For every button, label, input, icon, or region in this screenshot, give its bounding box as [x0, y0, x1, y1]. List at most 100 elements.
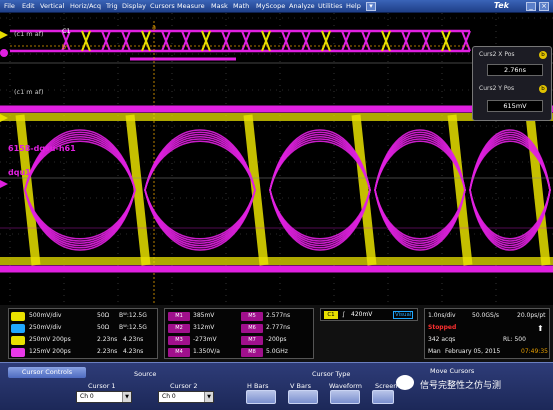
- channel-bandwidth: Bᵂ:12.5G: [119, 312, 147, 319]
- zoom-1-swatch: [11, 336, 25, 345]
- readout-panel: 500mV/div 50Ω Bᵂ:12.5G 250mV/div 50Ω Bᵂ:…: [0, 305, 553, 362]
- menu-myscope[interactable]: MyScope: [256, 2, 285, 10]
- menu-vertical[interactable]: Vertical: [40, 2, 64, 10]
- cursor-a-marker[interactable]: a: [152, 23, 156, 31]
- channel-readouts[interactable]: 500mV/div 50Ω Bᵂ:12.5G 250mV/div 50Ω Bᵂ:…: [8, 308, 158, 359]
- menu-display[interactable]: Display: [122, 2, 146, 10]
- tek-logo: Tek: [493, 1, 509, 10]
- acquisition-count: 342 acqs: [428, 336, 456, 343]
- vbars-label: V Bars: [290, 382, 312, 390]
- menu-help[interactable]: Help: [346, 2, 361, 10]
- trigger-mode[interactable]: Visual: [393, 311, 414, 319]
- channel-scale: 250mV/div: [29, 324, 62, 331]
- menu-utilities[interactable]: Utilities: [318, 2, 342, 10]
- measurement-row[interactable]: M6 2.777ns: [241, 323, 313, 334]
- cursor1-source-select[interactable]: Ch 0 ▼: [76, 391, 132, 403]
- close-icon[interactable]: ×: [539, 2, 549, 11]
- hbars-label: H Bars: [247, 382, 269, 390]
- overview-transition: [201, 30, 211, 52]
- zoom-position: 2.23ns: [97, 348, 118, 355]
- menu-math[interactable]: Math: [233, 2, 249, 10]
- measurement-row[interactable]: M3 -273mV: [168, 335, 240, 346]
- measurement-readouts[interactable]: M1 385mV M2 312mV M3 -273mV M4 1.350V/a M5 2.…: [164, 308, 314, 359]
- overview-transition: [461, 30, 471, 52]
- c1-label: C1: [62, 27, 71, 35]
- menu-measure[interactable]: Measure: [177, 2, 205, 10]
- horizontal-scale: 1.0ns/div: [428, 312, 456, 319]
- chevron-down-icon[interactable]: ▼: [204, 392, 213, 402]
- cursor-type-label: Cursor Type: [312, 370, 351, 378]
- dqs-transition: [15, 114, 41, 266]
- channel-row[interactable]: 125mV 200ps 2.23ns 4.23ns: [11, 347, 157, 358]
- curs2-x-value[interactable]: 2.76ns: [487, 64, 543, 76]
- chevron-down-icon[interactable]: ▼: [122, 392, 131, 402]
- dq-eye-trace: [144, 131, 256, 249]
- overview-transition: [121, 30, 131, 52]
- curs2-x-label: Curs2 X Pos: [479, 51, 515, 58]
- overview-transition: [341, 30, 351, 52]
- dqs-transition: [125, 114, 151, 266]
- measurement-value: 312mV: [193, 324, 215, 331]
- overview-transition: [301, 30, 311, 52]
- cursor-b-pin-icon: b: [539, 51, 547, 59]
- screen-type-button[interactable]: [372, 390, 394, 404]
- cursor-pointer-icon: ⬆: [537, 324, 544, 333]
- menu-edit[interactable]: Edit: [22, 2, 35, 10]
- measurement-row[interactable]: M8 5.0GHz: [241, 347, 313, 358]
- channel-row[interactable]: 500mV/div 50Ω Bᵂ:12.5G: [11, 311, 157, 322]
- stamp-prefix: Man: [428, 348, 441, 355]
- channel-scale: 500mV/div: [29, 312, 62, 319]
- cursor-controls-title: Cursor Controls: [8, 367, 86, 378]
- trigger-channel: C1: [324, 311, 338, 319]
- overview-transition: [281, 30, 291, 52]
- menu-file[interactable]: File: [4, 2, 15, 10]
- measurement-value: 385mV: [193, 312, 215, 319]
- vbars-button[interactable]: [288, 390, 318, 404]
- series-label-dqsu: 6158-dqsu-h61: [8, 144, 76, 153]
- overview-transition: [261, 30, 271, 52]
- measurement-row[interactable]: M1 385mV: [168, 311, 240, 322]
- top-waveform-label: (c1 m af): [14, 30, 44, 38]
- measurement-row[interactable]: M5 2.577ns: [241, 311, 313, 322]
- waveform-type-button[interactable]: [330, 390, 360, 404]
- curs2-y-value[interactable]: 615mV: [487, 100, 543, 112]
- trigger-readout[interactable]: C1 ∫ 420mV Visual: [320, 308, 418, 321]
- acquisition-date: February 05, 2015: [445, 348, 501, 355]
- cursor-readout-panel[interactable]: Curs2 X Pos b 2.76ns Curs2 Y Pos b 615mV: [472, 46, 552, 121]
- cursor-b-marker[interactable]: b: [62, 43, 66, 51]
- overview-transition: [381, 30, 391, 52]
- acquisition-readout[interactable]: 1.0ns/div 50.0GS/s 20.0ps/pt Stopped 342…: [424, 308, 550, 359]
- overview-transition: [241, 30, 251, 52]
- measurement-tag: M1: [168, 312, 190, 321]
- measurement-row[interactable]: M7 -200ps: [241, 335, 313, 346]
- screen-type-label: Screen: [375, 382, 398, 390]
- move-cursors-label: Move Cursors: [430, 367, 475, 375]
- menu-horiz-acq[interactable]: Horiz/Acq: [70, 2, 101, 10]
- measurement-value: 1.350V/a: [193, 348, 220, 355]
- help-dropdown-icon[interactable]: ▾: [366, 2, 376, 11]
- menu-mask[interactable]: Mask: [211, 2, 228, 10]
- channel-row[interactable]: 250mV 200ps 2.23ns 4.23ns: [11, 335, 157, 346]
- trigger-level: 420mV: [351, 311, 373, 318]
- dqs-transition: [525, 114, 551, 266]
- minimize-icon[interactable]: _: [526, 2, 536, 11]
- hbars-button[interactable]: [246, 390, 276, 404]
- wechat-logo-icon: [396, 375, 414, 390]
- scope-display[interactable]: (c1 m af) C1 a b (c1 m af) 6158-dqsu-h61…: [0, 13, 553, 305]
- measurement-row[interactable]: M4 1.350V/a: [168, 347, 240, 358]
- cursor2-source-select[interactable]: Ch 0 ▼: [158, 391, 214, 403]
- trigger-slope-icon: ∫: [342, 311, 346, 318]
- menu-trig[interactable]: Trig: [106, 2, 118, 10]
- channel-2-swatch: [11, 324, 25, 333]
- cursor2-source-value: Ch 0: [162, 393, 176, 400]
- overview-transition: [321, 30, 331, 52]
- overview-transition: [161, 30, 171, 52]
- measurement-row[interactable]: M2 312mV: [168, 323, 240, 334]
- menu-cursors[interactable]: Cursors: [150, 2, 175, 10]
- record-length: RL: 500: [503, 336, 526, 343]
- zoom-position: 2.23ns: [97, 336, 118, 343]
- menu-analyze[interactable]: Analyze: [289, 2, 315, 10]
- measurement-tag: M3: [168, 336, 190, 345]
- channel-row[interactable]: 250mV/div 50Ω Bᵂ:12.5G: [11, 323, 157, 334]
- channel-1-swatch: [11, 312, 25, 321]
